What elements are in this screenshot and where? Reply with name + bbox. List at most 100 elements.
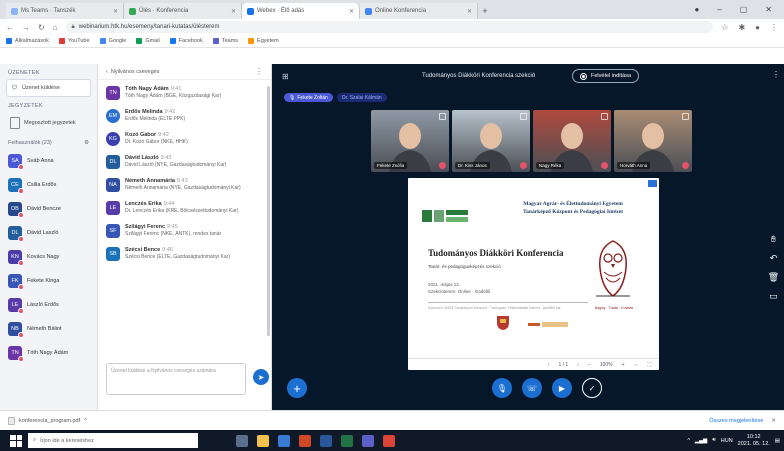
file-explorer-icon[interactable] [257,434,269,447]
store-icon[interactable] [278,434,290,447]
menu-icon[interactable]: ⋮ [770,23,778,32]
browser-tab[interactable]: Ms Teams · Tanszék ✕ [6,3,124,19]
browser-tab[interactable]: Ülés · Konferencia ✕ [124,3,242,19]
clock[interactable]: 10:12 2021. 05. 12. [738,434,770,447]
tray-chevron-icon[interactable]: ^ [687,438,690,444]
language-indicator[interactable]: HUN [721,438,733,444]
actions-plus-button[interactable]: + [287,378,307,398]
tab-close-icon[interactable]: ✕ [113,8,118,15]
user-list-item[interactable]: FK Fekete Kinga [0,269,97,293]
excel-icon[interactable] [341,434,353,447]
audio-button[interactable]: ☏ [522,378,542,398]
slide-fullscreen-icon[interactable] [648,180,657,187]
webcam-tile[interactable]: Nagy Réka [533,110,611,172]
microphone-button[interactable]: 🎙︎ [492,378,512,398]
fit-width-icon[interactable]: ⇔ [633,362,638,368]
chrome-icon[interactable] [383,434,395,447]
prev-slide-icon[interactable]: ‹ [548,362,550,368]
undo-icon[interactable]: ↶ [767,252,780,265]
trash-icon[interactable]: 🗑︎ [767,271,780,284]
maximize-icon[interactable]: ▢ [740,5,748,14]
reload-icon[interactable]: ↻ [38,23,45,32]
windows-start-icon[interactable] [10,434,22,447]
zoom-in-icon[interactable]: + [622,362,625,368]
send-message-button[interactable]: ➤ [253,369,269,385]
public-chat-item[interactable]: 💬︎ Üzenet küldése [6,79,91,97]
chat-message: SF Szilágyi Ferenc 9:45 Szilágyi Ferenc (NK… [98,220,265,243]
pin-icon[interactable] [601,113,608,120]
star-icon[interactable]: ☆ [721,23,728,32]
network-icon[interactable]: ▂▄▆ [695,438,707,444]
notification-icon[interactable]: ▤ [775,438,780,444]
user-list-item[interactable]: DL Dávid Laszló [0,221,97,245]
user-list-item[interactable]: SA Sváb Anna [0,149,97,173]
pin-icon[interactable] [682,113,689,120]
tab-close-icon[interactable]: ✕ [467,8,472,15]
tab-close-icon[interactable]: ✕ [349,8,354,15]
user-list-item[interactable]: NB Németh Bálint [0,317,97,341]
volume-icon[interactable]: 🔊︎ [712,437,715,444]
webcam-tile[interactable]: Horváth Anna [614,110,692,172]
next-slide-icon[interactable]: › [577,362,579,368]
tab-label: Online Konferencia [375,8,427,14]
minimize-icon[interactable]: – [717,5,721,14]
back-icon[interactable]: ← [6,23,14,32]
bookmark[interactable]: Teams [212,38,238,44]
multi-user-board-icon[interactable]: ▭ [767,290,780,303]
extension-icon[interactable]: ✱ [738,23,745,32]
hand-tool-icon[interactable]: ✋︎ [767,233,780,246]
chat-options-icon[interactable]: ⋮ [255,67,263,76]
bookmark[interactable]: Alkalmazások [6,38,49,44]
user-list-item[interactable]: TN Tóth Nagy Ádám [0,341,97,365]
options-menu-icon[interactable]: ⋮ [772,70,780,79]
home-icon[interactable]: ⌂ [53,23,58,32]
bookmark[interactable]: Google [99,38,126,44]
presentation-slide[interactable]: Magyar Agrár- és Élettudományi Egyetem T… [408,178,659,370]
powerpoint-icon[interactable] [299,434,311,447]
tab-close-icon[interactable]: ✕ [231,8,236,15]
page-indicator[interactable]: 1 / 1 [558,362,568,368]
user-list-item[interactable]: DB Dávid Bencze [0,197,97,221]
zoom-out-icon[interactable]: − [588,362,591,368]
new-tab-icon[interactable]: + [478,3,492,19]
bookmark[interactable]: YouTube [58,38,90,44]
pin-icon[interactable] [439,113,446,120]
profile-icon[interactable]: ● [694,5,699,14]
webcam-strip: Fekete Zsófia Dr. Kiss János Nagy Réka Horv… [371,110,692,172]
teams-icon[interactable] [362,434,374,447]
toggle-panel-icon[interactable]: ⊞ [282,72,289,81]
bookmark[interactable]: Egyetem [248,38,279,44]
chat-message-input[interactable]: Üzenet küldése a Nyilvános csevegés szám… [106,363,246,395]
camera-button[interactable]: ▶ [552,378,572,398]
user-list-item[interactable]: LE László Erdős [0,293,97,317]
webcam-tile[interactable]: Dr. Kiss János [452,110,530,172]
word-icon[interactable] [320,434,332,447]
chevron-left-icon[interactable]: ‹ [106,69,108,75]
webcam-tile[interactable]: Fekete Zsófia [371,110,449,172]
pin-icon[interactable] [520,113,527,120]
close-window-icon[interactable]: ✕ [765,5,772,14]
user-list-item[interactable]: CE Csilla Erdős [0,173,97,197]
forward-icon[interactable]: → [22,23,30,32]
address-bar[interactable]: 🔒︎ webinarium.htk.hu/esemeny/tanari-kuta… [65,21,714,33]
browser-tab-active[interactable]: Webex · Élő adás ✕ [242,3,360,19]
fullscreen-icon[interactable]: ⛶ [647,362,651,368]
show-all-downloads-link[interactable]: Összes megjelenítése [709,418,763,424]
settings-gear-icon[interactable]: ⚙ [84,140,89,146]
chat-scrollbar[interactable] [267,86,270,336]
shared-notes-item[interactable]: Megosztott jegyzetek [6,114,91,132]
screen-share-button[interactable]: ✓ [582,378,602,398]
close-download-bar-icon[interactable]: ✕ [771,418,776,424]
account-icon[interactable]: ● [755,23,760,32]
bookmark[interactable]: Facebook [169,38,203,44]
chevron-up-icon[interactable]: ^ [84,418,87,424]
taskbar-search[interactable]: ⌕ Írjon ide a kereséshez [28,433,198,448]
bookmark[interactable]: Gmail [136,38,160,44]
browser-tab[interactable]: Online Konferencia ✕ [360,3,478,19]
record-button[interactable]: Felvétel indítása [572,69,640,83]
download-item[interactable]: konferencia_program.pdf ^ [8,416,87,425]
avatar: NB [8,322,24,338]
bookmark-icon [169,38,176,44]
task-view-icon[interactable] [236,434,248,447]
user-list-item[interactable]: KN Kovács Nagy [0,245,97,269]
